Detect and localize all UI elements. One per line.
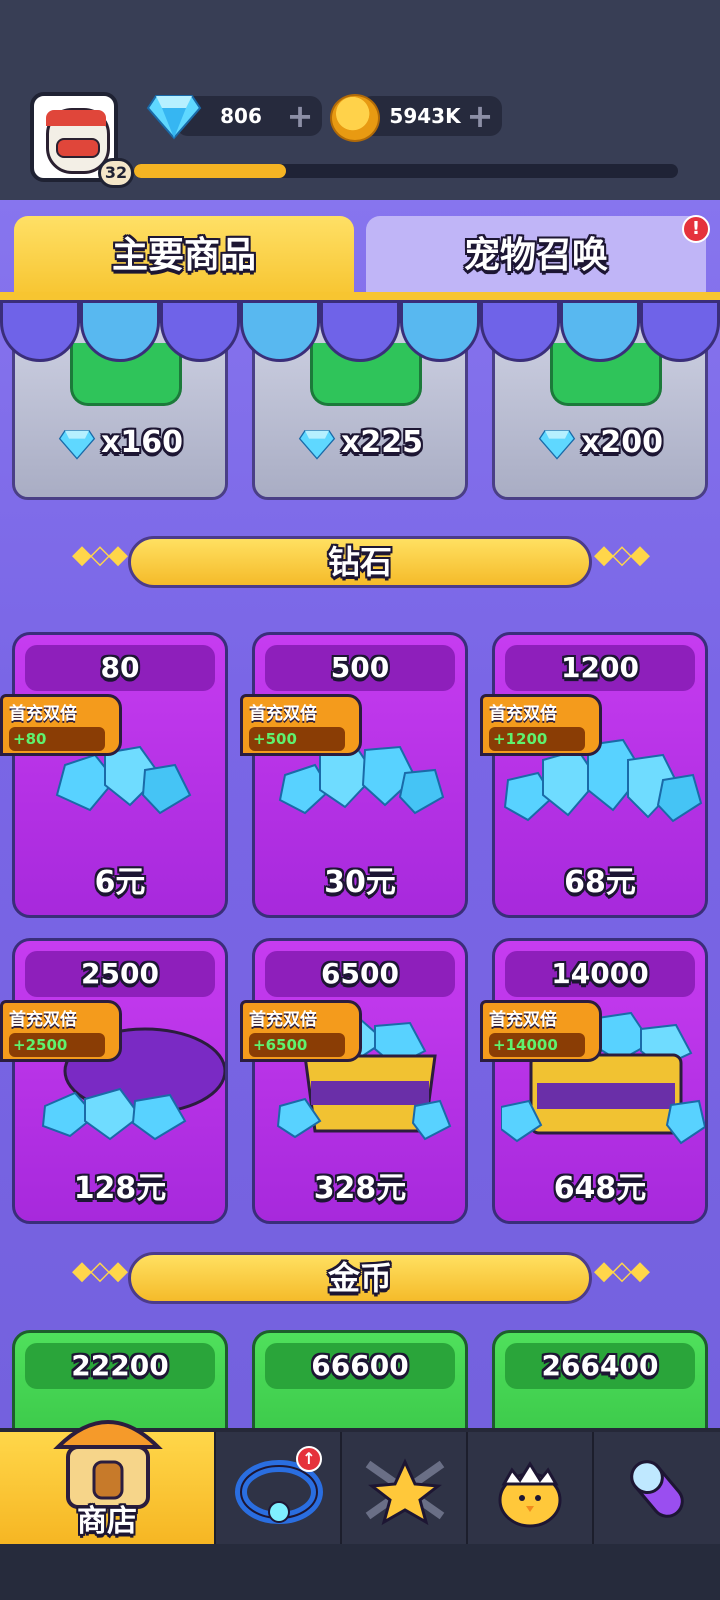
add-gems-button[interactable]: + — [286, 100, 314, 132]
coin-count: 5943K — [389, 104, 461, 128]
first-topup-bonus-tag: 首充双倍 +6500 — [240, 1000, 362, 1062]
banner-deco-left: ◆◇◆ — [72, 1256, 128, 1286]
pack-price: 6元 — [94, 865, 146, 900]
awning-scallop — [80, 300, 160, 362]
shop-awning — [0, 300, 720, 362]
diamond-pack-card[interactable]: 500 30元 — [252, 632, 468, 918]
section-title-diamonds: 钻石 — [128, 536, 592, 588]
nav-items[interactable] — [594, 1432, 720, 1544]
bonus-label: 首充双倍 — [9, 704, 77, 724]
nav-equipment[interactable]: ↑ — [216, 1432, 342, 1544]
offer-price-value: x200 — [581, 425, 663, 460]
coin-pack-card[interactable]: 66600 — [252, 1330, 468, 1440]
xp-progress-fill — [134, 164, 287, 178]
diamond-icon — [146, 95, 202, 140]
offer-price: x160 — [15, 425, 225, 460]
tab-underline — [0, 292, 720, 300]
awning-scallop — [160, 300, 240, 362]
diamond-pack-card[interactable]: 80 6元 — [12, 632, 228, 918]
level-badge: 32 — [98, 158, 134, 188]
bonus-amount: +1200 — [489, 727, 585, 751]
pack-amount: 1200 — [561, 651, 639, 684]
diamond-pack-card[interactable]: 14000 648元 — [492, 938, 708, 1224]
avatar-headband — [46, 110, 106, 126]
pack-amount: 6500 — [321, 957, 399, 990]
coin-icon — [330, 94, 380, 142]
bonus-label: 首充双倍 — [249, 1010, 317, 1030]
coin-pack-card[interactable]: 266400 — [492, 1330, 708, 1440]
awning-scallop — [400, 300, 480, 362]
diamond-icon — [58, 429, 96, 460]
bonus-label: 首充双倍 — [9, 1010, 77, 1030]
first-topup-bonus-tag: 首充双倍 +2500 — [0, 1000, 122, 1062]
offer-price-value: x225 — [341, 425, 423, 460]
pack-amount: 14000 — [551, 957, 649, 990]
pet-tab-alert-badge: ! — [682, 215, 710, 243]
diamond-icon — [298, 429, 336, 460]
avatar-mask — [56, 138, 100, 158]
banner-deco-right: ◆◇◆ — [594, 540, 650, 570]
section-title-coins: 金币 — [128, 1252, 592, 1304]
egg-chick-icon — [498, 1461, 562, 1528]
first-topup-bonus-tag: 首充双倍 +1200 — [480, 694, 602, 756]
diamond-pack-card[interactable]: 2500 128元 — [12, 938, 228, 1224]
pack-amount: 266400 — [541, 1349, 659, 1382]
banner-deco-left: ◆◇◆ — [72, 540, 128, 570]
first-topup-bonus-tag: 首充双倍 +80 — [0, 694, 122, 756]
nav-pets[interactable] — [468, 1432, 594, 1544]
nav-shop[interactable]: 商店 — [0, 1420, 216, 1544]
pack-price: 648元 — [553, 1171, 647, 1206]
offer-price: x225 — [255, 425, 465, 460]
pack-amount: 2500 — [81, 957, 159, 990]
bonus-amount: +14000 — [489, 1033, 585, 1057]
pack-price: 328元 — [313, 1171, 407, 1206]
awning-scallop — [320, 300, 400, 362]
pack-amount: 80 — [100, 651, 140, 684]
awning-scallop — [560, 300, 640, 362]
diamond-pack-card[interactable]: 6500 328元 — [252, 938, 468, 1224]
system-bar — [0, 1544, 720, 1600]
pack-amount: 66600 — [311, 1349, 409, 1382]
nav-upgrade-badge: ↑ — [296, 1446, 322, 1472]
first-topup-bonus-tag: 首充双倍 +14000 — [480, 1000, 602, 1062]
first-topup-bonus-tag: 首充双倍 +500 — [240, 694, 362, 756]
tab-main-goods[interactable]: 主要商品 — [14, 216, 354, 296]
offer-price-value: x160 — [101, 425, 183, 460]
add-coins-button[interactable]: + — [466, 100, 494, 132]
nav-skills[interactable] — [342, 1432, 468, 1544]
gem-count: 806 — [220, 104, 262, 128]
pack-amount: 500 — [330, 651, 390, 684]
coin-counter: 5943K + — [360, 96, 502, 136]
star-weapons-icon — [365, 1458, 445, 1526]
tab-pet-summon[interactable]: 宠物召唤 — [366, 216, 706, 296]
xp-progress-bar — [134, 164, 678, 178]
bonus-amount: +500 — [249, 727, 345, 751]
diamond-pack-card[interactable]: 1200 68元 — [492, 632, 708, 918]
nav-shop-label: 商店 — [77, 1504, 137, 1539]
banner-deco-right: ◆◇◆ — [594, 1256, 650, 1286]
bonus-label: 首充双倍 — [489, 1010, 557, 1030]
diamond-icon — [538, 429, 576, 460]
awning-scallop — [640, 300, 720, 362]
capsule-icon — [630, 1460, 684, 1518]
bonus-amount: +80 — [9, 727, 105, 751]
pack-price: 128元 — [73, 1171, 167, 1206]
bonus-label: 首充双倍 — [489, 704, 557, 724]
bonus-amount: +6500 — [249, 1033, 345, 1057]
pack-price: 68元 — [564, 865, 636, 900]
pack-price: 30元 — [324, 865, 396, 900]
pack-amount: 22200 — [71, 1349, 169, 1382]
bonus-amount: +2500 — [9, 1033, 105, 1057]
awning-scallop — [480, 300, 560, 362]
offer-price: x200 — [495, 425, 705, 460]
awning-scallop — [240, 300, 320, 362]
awning-scallop — [0, 300, 80, 362]
bonus-label: 首充双倍 — [249, 704, 317, 724]
